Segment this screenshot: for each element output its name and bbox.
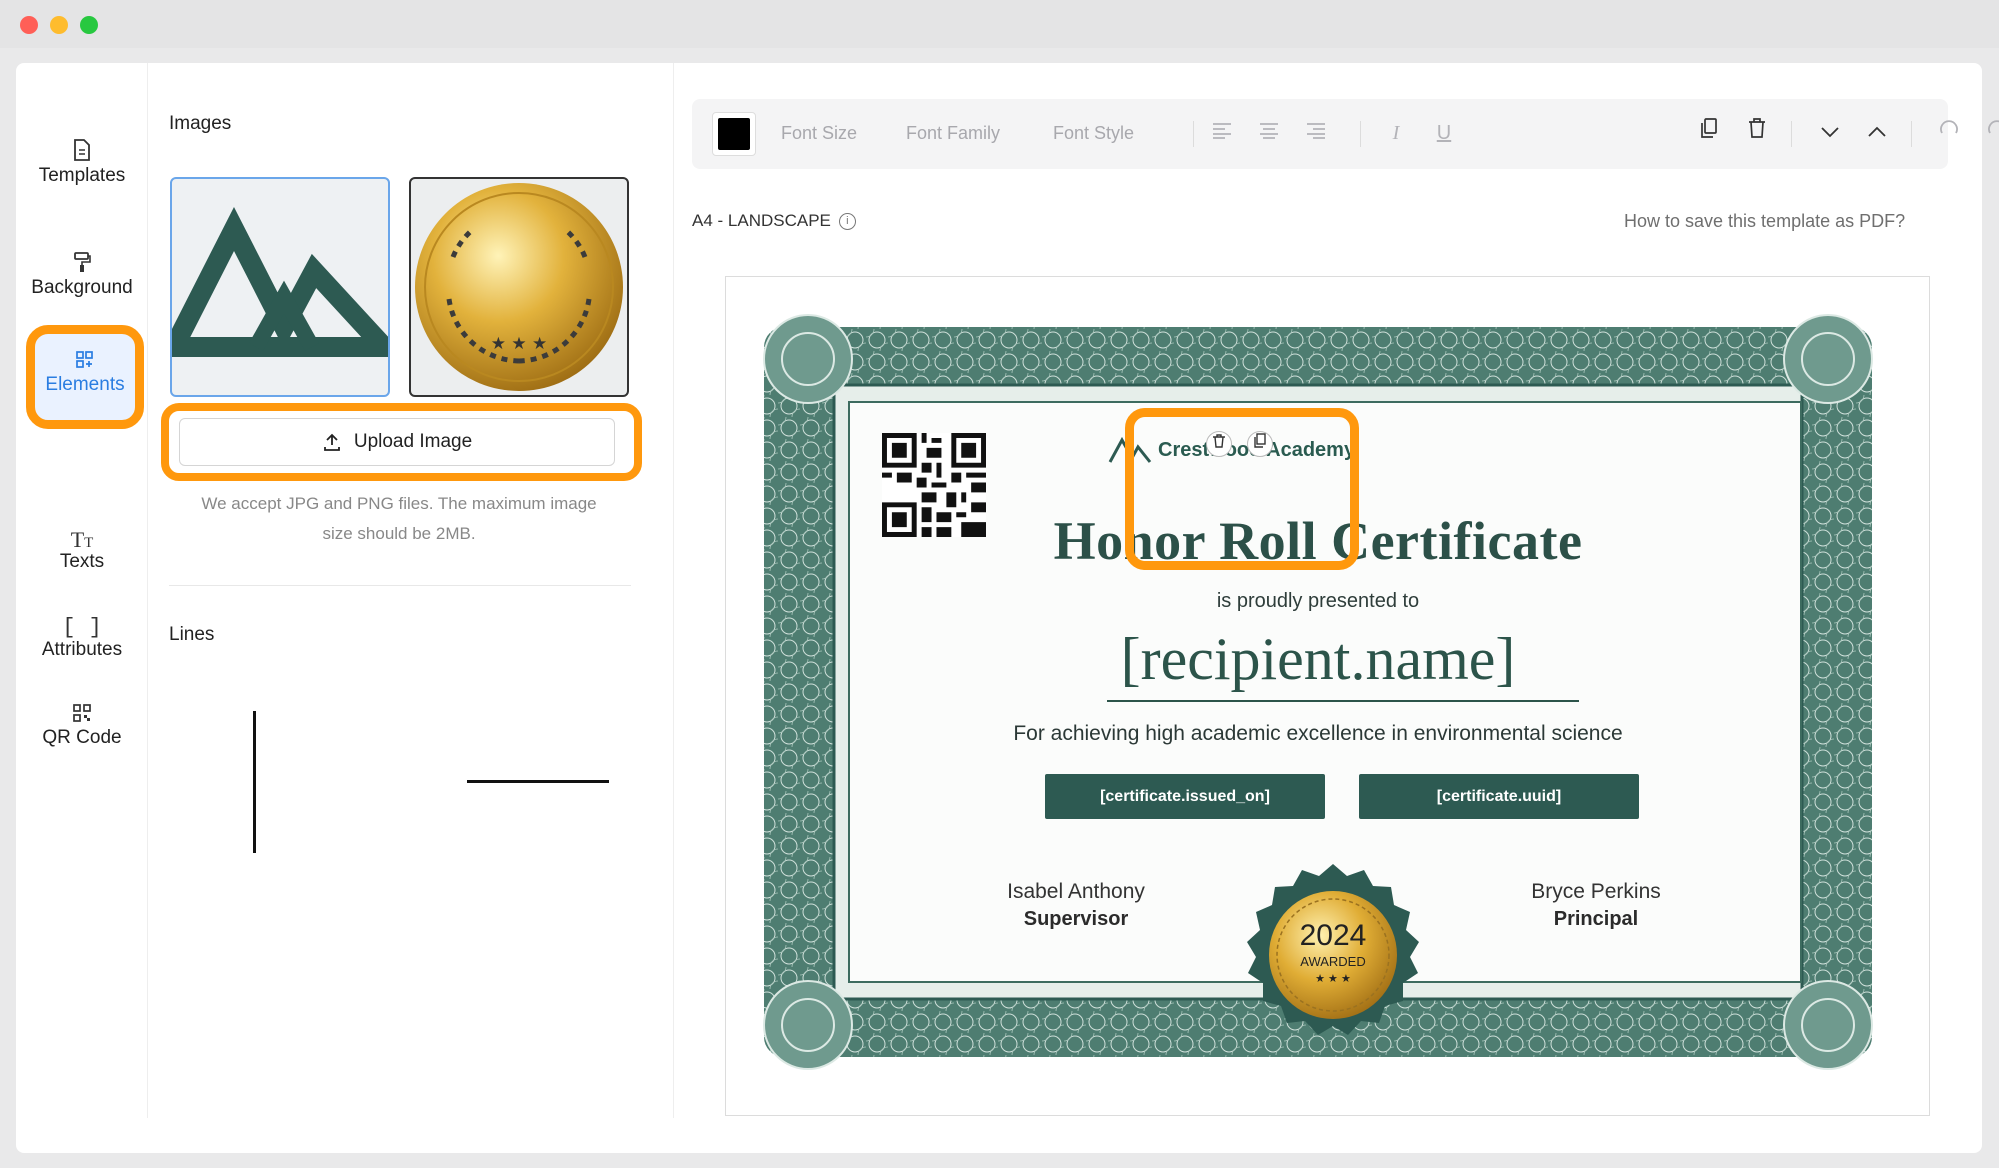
window-titlebar	[0, 0, 1999, 48]
minimize-window-button[interactable]	[50, 16, 68, 34]
panel-divider	[169, 585, 631, 586]
sidebar-item-label: Texts	[59, 551, 105, 572]
text-icon: TT	[70, 527, 94, 552]
signer-left-role[interactable]: Supervisor	[956, 908, 1196, 931]
sidebar-item-label: Elements	[45, 374, 125, 395]
design-canvas[interactable]: Crestwood Academy Honor Roll Certificate…	[725, 276, 1930, 1116]
signer-right-name[interactable]: Bryce Perkins	[1476, 880, 1716, 904]
toolbar-separator	[1911, 121, 1912, 147]
sidebar-item-label: Templates	[38, 165, 126, 186]
image-thumbnail-mountain-logo[interactable]	[170, 177, 390, 397]
font-size-select[interactable]: Font Size	[781, 123, 857, 144]
align-right-icon[interactable]	[1300, 117, 1332, 149]
paint-roller-icon	[16, 237, 148, 277]
signer-right-role[interactable]: Principal	[1476, 908, 1716, 931]
document-icon	[16, 125, 148, 165]
recipient-name-field[interactable]: [recipient.name]	[756, 625, 1880, 694]
images-section-title: Images	[169, 113, 232, 134]
underline-icon[interactable]: U	[1428, 117, 1460, 149]
sidebar-item-templates[interactable]: Templates	[16, 125, 148, 213]
gold-medal-icon: ★ ★ ★	[415, 183, 623, 391]
recipient-underline	[1107, 700, 1579, 702]
elements-grid-icon	[35, 334, 135, 374]
upload-icon	[323, 433, 340, 451]
toolbar-separator	[1791, 121, 1792, 147]
color-swatch	[718, 118, 750, 150]
sidebar-item-attributes[interactable]: [ ] Attributes	[16, 599, 148, 687]
mountain-logo-icon	[172, 206, 388, 357]
toolbar-separator	[1193, 121, 1194, 147]
upload-image-label: Upload Image	[353, 431, 473, 452]
info-icon[interactable]: i	[838, 212, 856, 230]
award-seal[interactable]: 2024 AWARDED ★ ★ ★	[1240, 862, 1426, 1048]
sidebar: Templates Background Elements TT Texts […	[16, 63, 148, 1118]
sidebar-item-qr-code[interactable]: QR Code	[16, 687, 148, 775]
sidebar-item-background[interactable]: Background	[16, 237, 148, 325]
sidebar-item-texts[interactable]: TT Texts	[16, 511, 148, 599]
color-picker[interactable]	[712, 112, 756, 156]
sidebar-item-elements[interactable]: Elements	[26, 325, 144, 429]
close-window-button[interactable]	[20, 16, 38, 34]
font-style-select[interactable]: Font Style	[1053, 123, 1134, 144]
align-center-icon[interactable]	[1253, 117, 1285, 149]
image-thumbnail-gold-medal[interactable]: ★ ★ ★	[409, 177, 629, 397]
horizontal-line-element[interactable]	[467, 780, 609, 783]
maximize-window-button[interactable]	[80, 16, 98, 34]
seal-stars: ★ ★ ★	[1315, 973, 1351, 985]
trash-icon[interactable]	[1741, 117, 1773, 149]
issued-on-field[interactable]: [certificate.issued_on]	[1045, 774, 1325, 819]
upload-hint-text: We accept JPG and PNG files. The maximum…	[201, 494, 597, 543]
align-left-icon[interactable]	[1206, 117, 1238, 149]
duplicate-icon[interactable]	[1693, 117, 1725, 149]
page-size-text: A4 - LANDSCAPE	[692, 211, 831, 230]
sidebar-item-label: Background	[31, 277, 133, 298]
italic-icon[interactable]: I	[1380, 117, 1412, 149]
toolbar-separator	[1360, 121, 1361, 147]
save-as-pdf-help-link[interactable]: How to save this template as PDF?	[1624, 211, 1905, 232]
page-size-label: A4 - LANDSCAPE i	[692, 211, 856, 231]
achievement-text[interactable]: For achieving high academic excellence i…	[756, 722, 1880, 746]
upload-image-button[interactable]: Upload Image	[179, 418, 615, 466]
seal-text: AWARDED	[1300, 954, 1366, 969]
chevron-down-icon[interactable]	[1814, 117, 1846, 149]
sidebar-item-label: QR Code	[42, 727, 122, 748]
vertical-line-element[interactable]	[253, 711, 256, 853]
app-window: Templates Background Elements TT Texts […	[16, 63, 1999, 1153]
undo-icon[interactable]	[1933, 117, 1965, 149]
qr-code-icon	[16, 687, 148, 727]
chevron-up-icon[interactable]	[1861, 117, 1893, 149]
delete-element-icon[interactable]	[1206, 431, 1232, 457]
lines-section-title: Lines	[169, 624, 215, 645]
brackets-icon: [ ]	[62, 615, 102, 640]
presented-to-text[interactable]: is proudly presented to	[756, 590, 1880, 613]
redo-icon[interactable]	[1981, 117, 1999, 149]
selection-highlight	[1125, 408, 1359, 570]
seal-year: 2024	[1299, 919, 1367, 952]
text-toolbar: Font Size Font Family Font Style I U	[692, 99, 1999, 169]
duplicate-element-icon[interactable]	[1247, 431, 1273, 457]
font-family-select[interactable]: Font Family	[906, 123, 1000, 144]
signer-left-name[interactable]: Isabel Anthony	[956, 880, 1196, 904]
elements-panel: Images ★ ★ ★ Upload Image We accept JPG …	[149, 63, 674, 1118]
uuid-field[interactable]: [certificate.uuid]	[1359, 774, 1639, 819]
sidebar-item-label: Attributes	[41, 639, 123, 660]
svg-text:★ ★ ★: ★ ★ ★	[491, 334, 548, 354]
